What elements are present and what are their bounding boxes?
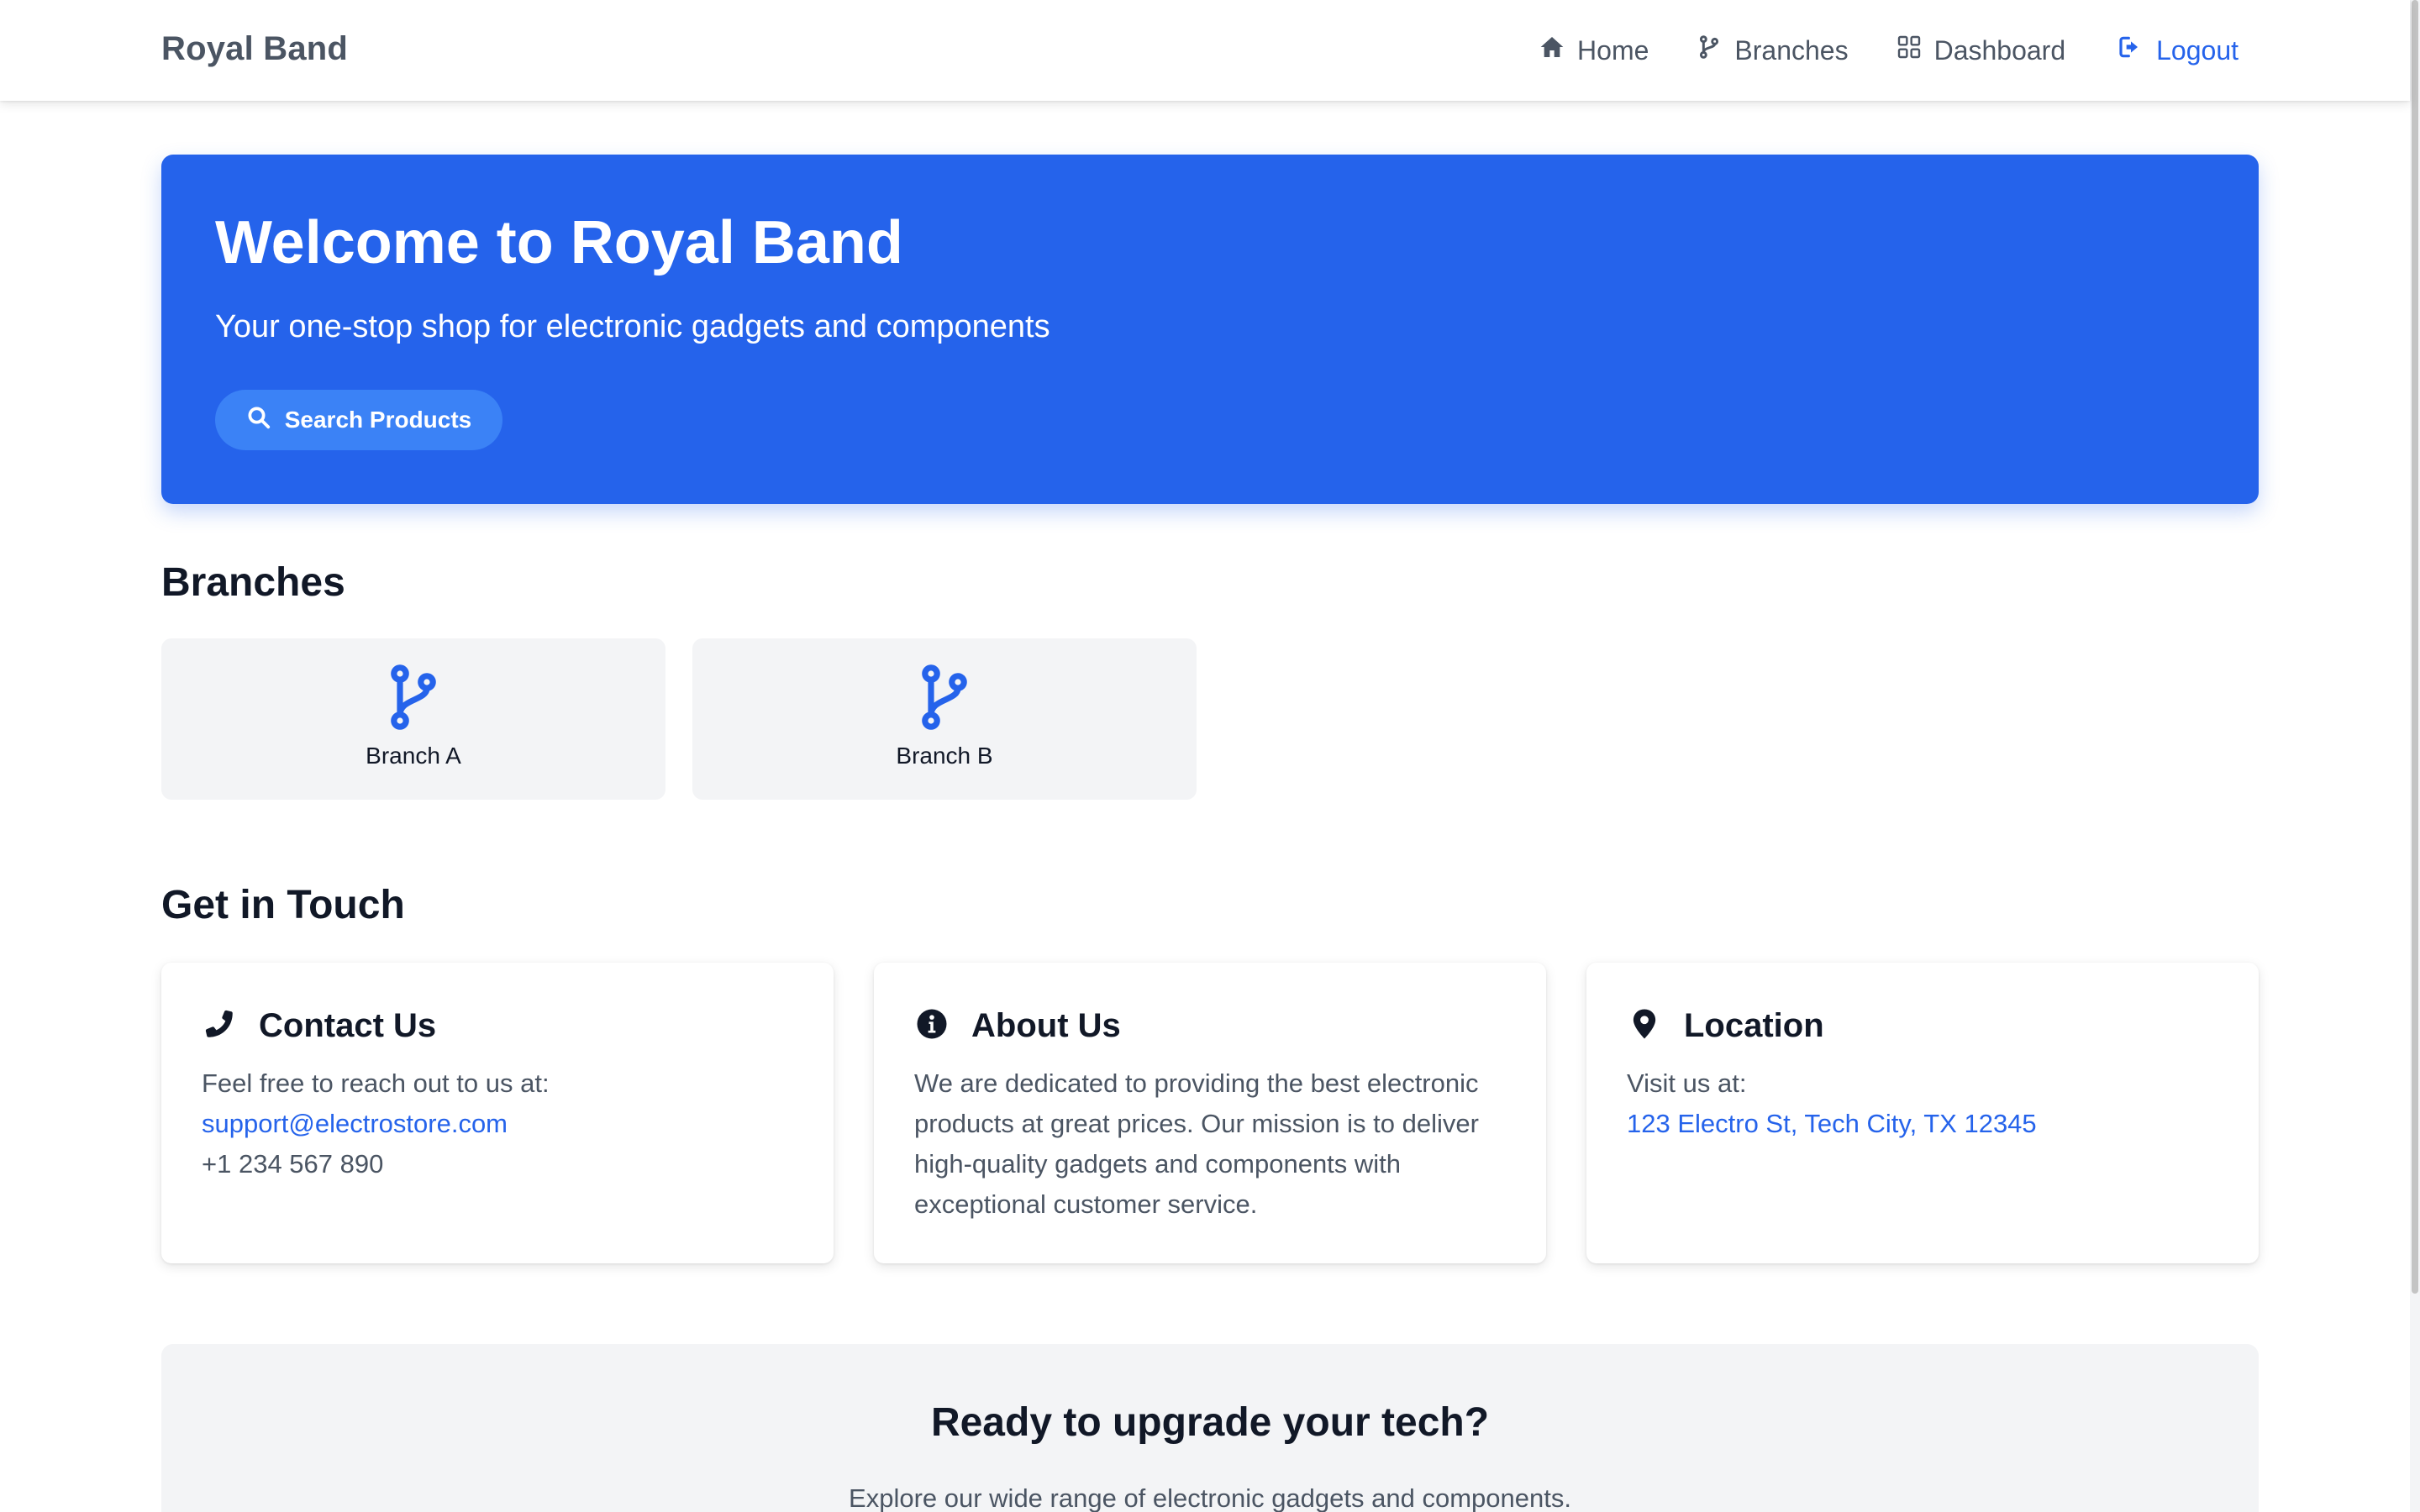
branch-icon (1696, 34, 1723, 67)
home-icon (1539, 34, 1565, 67)
page-scrollbar[interactable] (2410, 0, 2420, 1512)
branch-card-a[interactable]: Branch A (161, 638, 666, 800)
search-products-label: Search Products (284, 407, 472, 433)
card-body: Feel free to reach out to us at: support… (202, 1063, 807, 1184)
hero-banner: Welcome to Royal Band Your one-stop shop… (161, 155, 2259, 504)
branch-label: Branch B (896, 743, 993, 769)
contact-us-card: Contact Us Feel free to reach out to us … (161, 963, 834, 1263)
nav-link-branches[interactable]: Branches (1696, 34, 1849, 67)
navbar: Royal Band Home Branches Dashboard Logou… (0, 0, 2410, 101)
nav-link-label: Logout (2156, 34, 2238, 66)
email-link[interactable]: support@electrostore.com (202, 1104, 807, 1144)
card-title: Contact Us (259, 1007, 437, 1044)
nav-link-label: Branches (1734, 34, 1849, 66)
nav-link-label: Dashboard (1933, 34, 2066, 66)
address-link[interactable]: 123 Electro St, Tech City, TX 12345 (1627, 1104, 2232, 1144)
get-in-touch-heading: Get in Touch (161, 883, 405, 927)
branch-label: Branch A (366, 743, 461, 769)
search-products-button[interactable]: Search Products (215, 390, 502, 450)
nav-link-dashboard[interactable]: Dashboard (1896, 34, 2066, 67)
card-header: Location (1627, 1006, 1824, 1046)
location-card: Location Visit us at: 123 Electro St, Te… (1586, 963, 2259, 1263)
search-icon (246, 405, 271, 436)
about-us-card: About Us We are dedicated to providing t… (874, 963, 1546, 1263)
contact-intro-text: Feel free to reach out to us at: (202, 1068, 550, 1098)
cta-title: Ready to upgrade your tech? (930, 1400, 1490, 1445)
hero-subtitle: Your one-stop shop for electronic gadget… (215, 309, 1050, 344)
scrollbar-thumb[interactable] (2412, 0, 2418, 1294)
branch-card-b[interactable]: Branch B (692, 638, 1197, 800)
info-icon (914, 1006, 950, 1046)
card-title: About Us (971, 1007, 1121, 1044)
map-pin-icon (1627, 1006, 1662, 1046)
cta-section: Ready to upgrade your tech? Explore our … (161, 1344, 2259, 1512)
nav-link-home[interactable]: Home (1539, 34, 1649, 67)
logout-icon (2118, 34, 2144, 67)
nav-links: Home Branches Dashboard Logout (1491, 0, 2238, 101)
phone-icon (202, 1006, 237, 1046)
hero-title: Welcome to Royal Band (215, 209, 903, 276)
card-header: Contact Us (202, 1006, 436, 1046)
nav-link-logout[interactable]: Logout (2118, 34, 2238, 67)
phone-number: +1 234 567 890 (202, 1149, 384, 1179)
grid-icon (1896, 34, 1923, 67)
nav-link-label: Home (1577, 34, 1649, 66)
location-intro-text: Visit us at: (1627, 1068, 1747, 1098)
branches-heading: Branches (161, 560, 345, 605)
cta-subtitle: Explore our wide range of electronic gad… (849, 1483, 1571, 1512)
page: Royal Band Home Branches Dashboard Logou… (0, 0, 2420, 1512)
card-body: Visit us at: 123 Electro St, Tech City, … (1627, 1063, 2232, 1144)
card-header: About Us (914, 1006, 1121, 1046)
brand-logo-text[interactable]: Royal Band (161, 30, 348, 68)
about-us-text: We are dedicated to providing the best e… (914, 1068, 1479, 1219)
card-title: Location (1684, 1007, 1824, 1044)
